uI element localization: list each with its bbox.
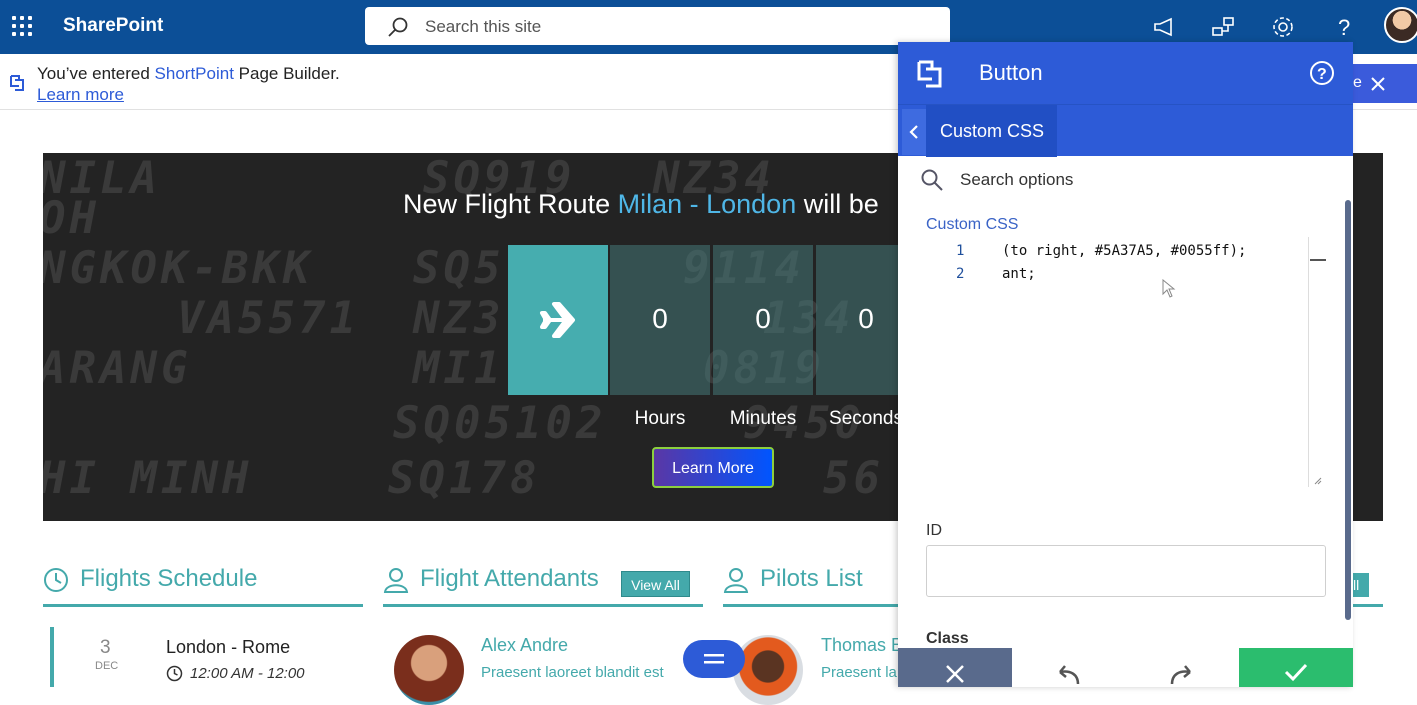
redo-icon[interactable] <box>1168 662 1196 686</box>
user-icon <box>383 568 409 593</box>
svg-text:?: ? <box>1338 15 1350 40</box>
mouse-cursor-icon <box>1162 279 1176 298</box>
countdown-hours-label: Hours <box>634 408 686 429</box>
attendant-photo <box>394 635 464 705</box>
view-all-button[interactable]: ll <box>1353 573 1369 597</box>
clock-icon <box>44 568 68 592</box>
chevron-left-icon <box>909 125 918 139</box>
back-button[interactable] <box>902 109 926 155</box>
panel-title: Button <box>979 60 1043 85</box>
countdown-hours-value: 0 <box>652 303 668 334</box>
panel-scrollbar[interactable] <box>1345 200 1351 620</box>
menu-icon <box>704 654 724 664</box>
close-icon <box>946 665 964 683</box>
confirm-button[interactable] <box>1239 648 1353 687</box>
editor-scrollbar[interactable] <box>1308 237 1309 487</box>
panel-header: Button ? <box>898 42 1353 104</box>
line-number: 1 <box>956 243 965 259</box>
section-underline <box>1353 604 1383 607</box>
bg-text: MI1 <box>413 343 505 394</box>
pilot-name[interactable]: Thomas E <box>821 635 903 656</box>
brand-name: ShortPoint <box>154 64 234 83</box>
floating-menu-button[interactable] <box>683 640 745 678</box>
bg-text: ARANG <box>43 343 192 394</box>
schedule-month: DEC <box>95 660 119 672</box>
element-settings-panel: Button ? Custom CSS Search options Custo… <box>898 42 1353 687</box>
bg-text: NZ3 <box>413 293 505 344</box>
megaphone-icon[interactable] <box>1151 14 1177 40</box>
bg-text: SQ178 <box>388 453 541 504</box>
shortpoint-logo-icon <box>917 60 942 88</box>
attendant-description: Praesent laoreet blandit est <box>481 664 664 681</box>
countdown-icon-tile <box>508 245 608 395</box>
hero-title: New Flight Route Milan - London will be <box>403 189 879 219</box>
app-launcher-icon[interactable] <box>10 14 34 38</box>
airplane-icon <box>540 302 575 338</box>
learn-more-link[interactable]: Learn more <box>37 85 124 105</box>
notice-text: You’ve entered ShortPoint Page Builder. <box>37 64 340 83</box>
learn-more-button[interactable]: Learn More <box>652 447 774 488</box>
schedule-route[interactable]: London - Rome <box>166 637 290 658</box>
section-underline <box>723 604 923 607</box>
pilot-photo <box>733 635 803 705</box>
shortpoint-logo-icon <box>10 75 24 91</box>
route-highlight: Milan - London <box>617 189 797 219</box>
search-input[interactable]: Search this site <box>425 17 541 37</box>
id-input[interactable] <box>926 545 1326 597</box>
schedule-time: 12:00 AM - 12:00 <box>190 665 305 682</box>
panel-breadcrumb-bar: Custom CSS <box>898 104 1353 157</box>
section-underline <box>43 604 363 607</box>
bg-text: OH <box>43 193 100 244</box>
code-line[interactable]: ant; <box>1002 266 1036 282</box>
avatar[interactable] <box>1384 7 1417 43</box>
svg-text:?: ? <box>1317 66 1327 83</box>
bg-text: NGKOK-BKK <box>43 243 314 294</box>
help-icon[interactable]: ? <box>1330 14 1356 40</box>
bg-text: HI MINH <box>43 453 253 504</box>
app-title[interactable]: SharePoint <box>63 15 163 37</box>
countdown-minutes-value: 0 <box>755 303 771 334</box>
bg-text: SQ05102 <box>393 398 607 449</box>
clock-icon <box>166 665 183 682</box>
schedule-accent-bar <box>50 627 54 687</box>
network-icon[interactable] <box>1210 14 1236 40</box>
breadcrumb-custom-css[interactable]: Custom CSS <box>926 105 1057 157</box>
options-search-input[interactable]: Search options <box>960 170 1073 190</box>
css-code-editor[interactable]: 1 (to right, #5A37A5, #0055ff); 2 ant; <box>926 237 1326 492</box>
gear-icon[interactable] <box>1270 14 1296 40</box>
help-icon[interactable]: ? <box>1309 60 1335 86</box>
code-line[interactable]: (to right, #5A37A5, #0055ff); <box>1002 243 1246 259</box>
section-underline <box>383 604 703 607</box>
search-icon <box>921 169 943 191</box>
line-number: 2 <box>956 266 965 282</box>
bg-text: 56 <box>823 453 884 504</box>
close-icon <box>1371 77 1385 91</box>
attendant-name[interactable]: Alex Andre <box>481 635 568 656</box>
class-label: Class <box>926 630 969 647</box>
user-icon <box>723 568 749 593</box>
undo-icon[interactable] <box>1054 662 1082 686</box>
resize-handle-icon[interactable] <box>1314 477 1322 485</box>
bg-text: VA5571 <box>177 293 360 344</box>
flights-schedule-title: Flights Schedule <box>80 565 258 592</box>
countdown-minutes-label: Minutes <box>729 408 797 429</box>
editor-scroll-thumb[interactable] <box>1310 259 1326 261</box>
id-label: ID <box>926 522 942 539</box>
view-all-button[interactable]: View All <box>621 571 690 597</box>
custom-css-label: Custom CSS <box>926 216 1019 233</box>
options-search[interactable]: Search options <box>898 156 1353 202</box>
bg-text: SQ5 <box>413 243 505 294</box>
checkmark-icon <box>1284 663 1308 682</box>
pilots-list-title: Pilots List <box>760 565 863 592</box>
pilot-description: Praesent la <box>821 664 897 681</box>
site-search-box[interactable]: Search this site <box>365 7 950 45</box>
cancel-button[interactable] <box>898 648 1012 687</box>
schedule-day: 3 <box>100 637 111 658</box>
flight-attendants-title: Flight Attendants <box>420 565 599 592</box>
search-icon <box>388 17 408 37</box>
